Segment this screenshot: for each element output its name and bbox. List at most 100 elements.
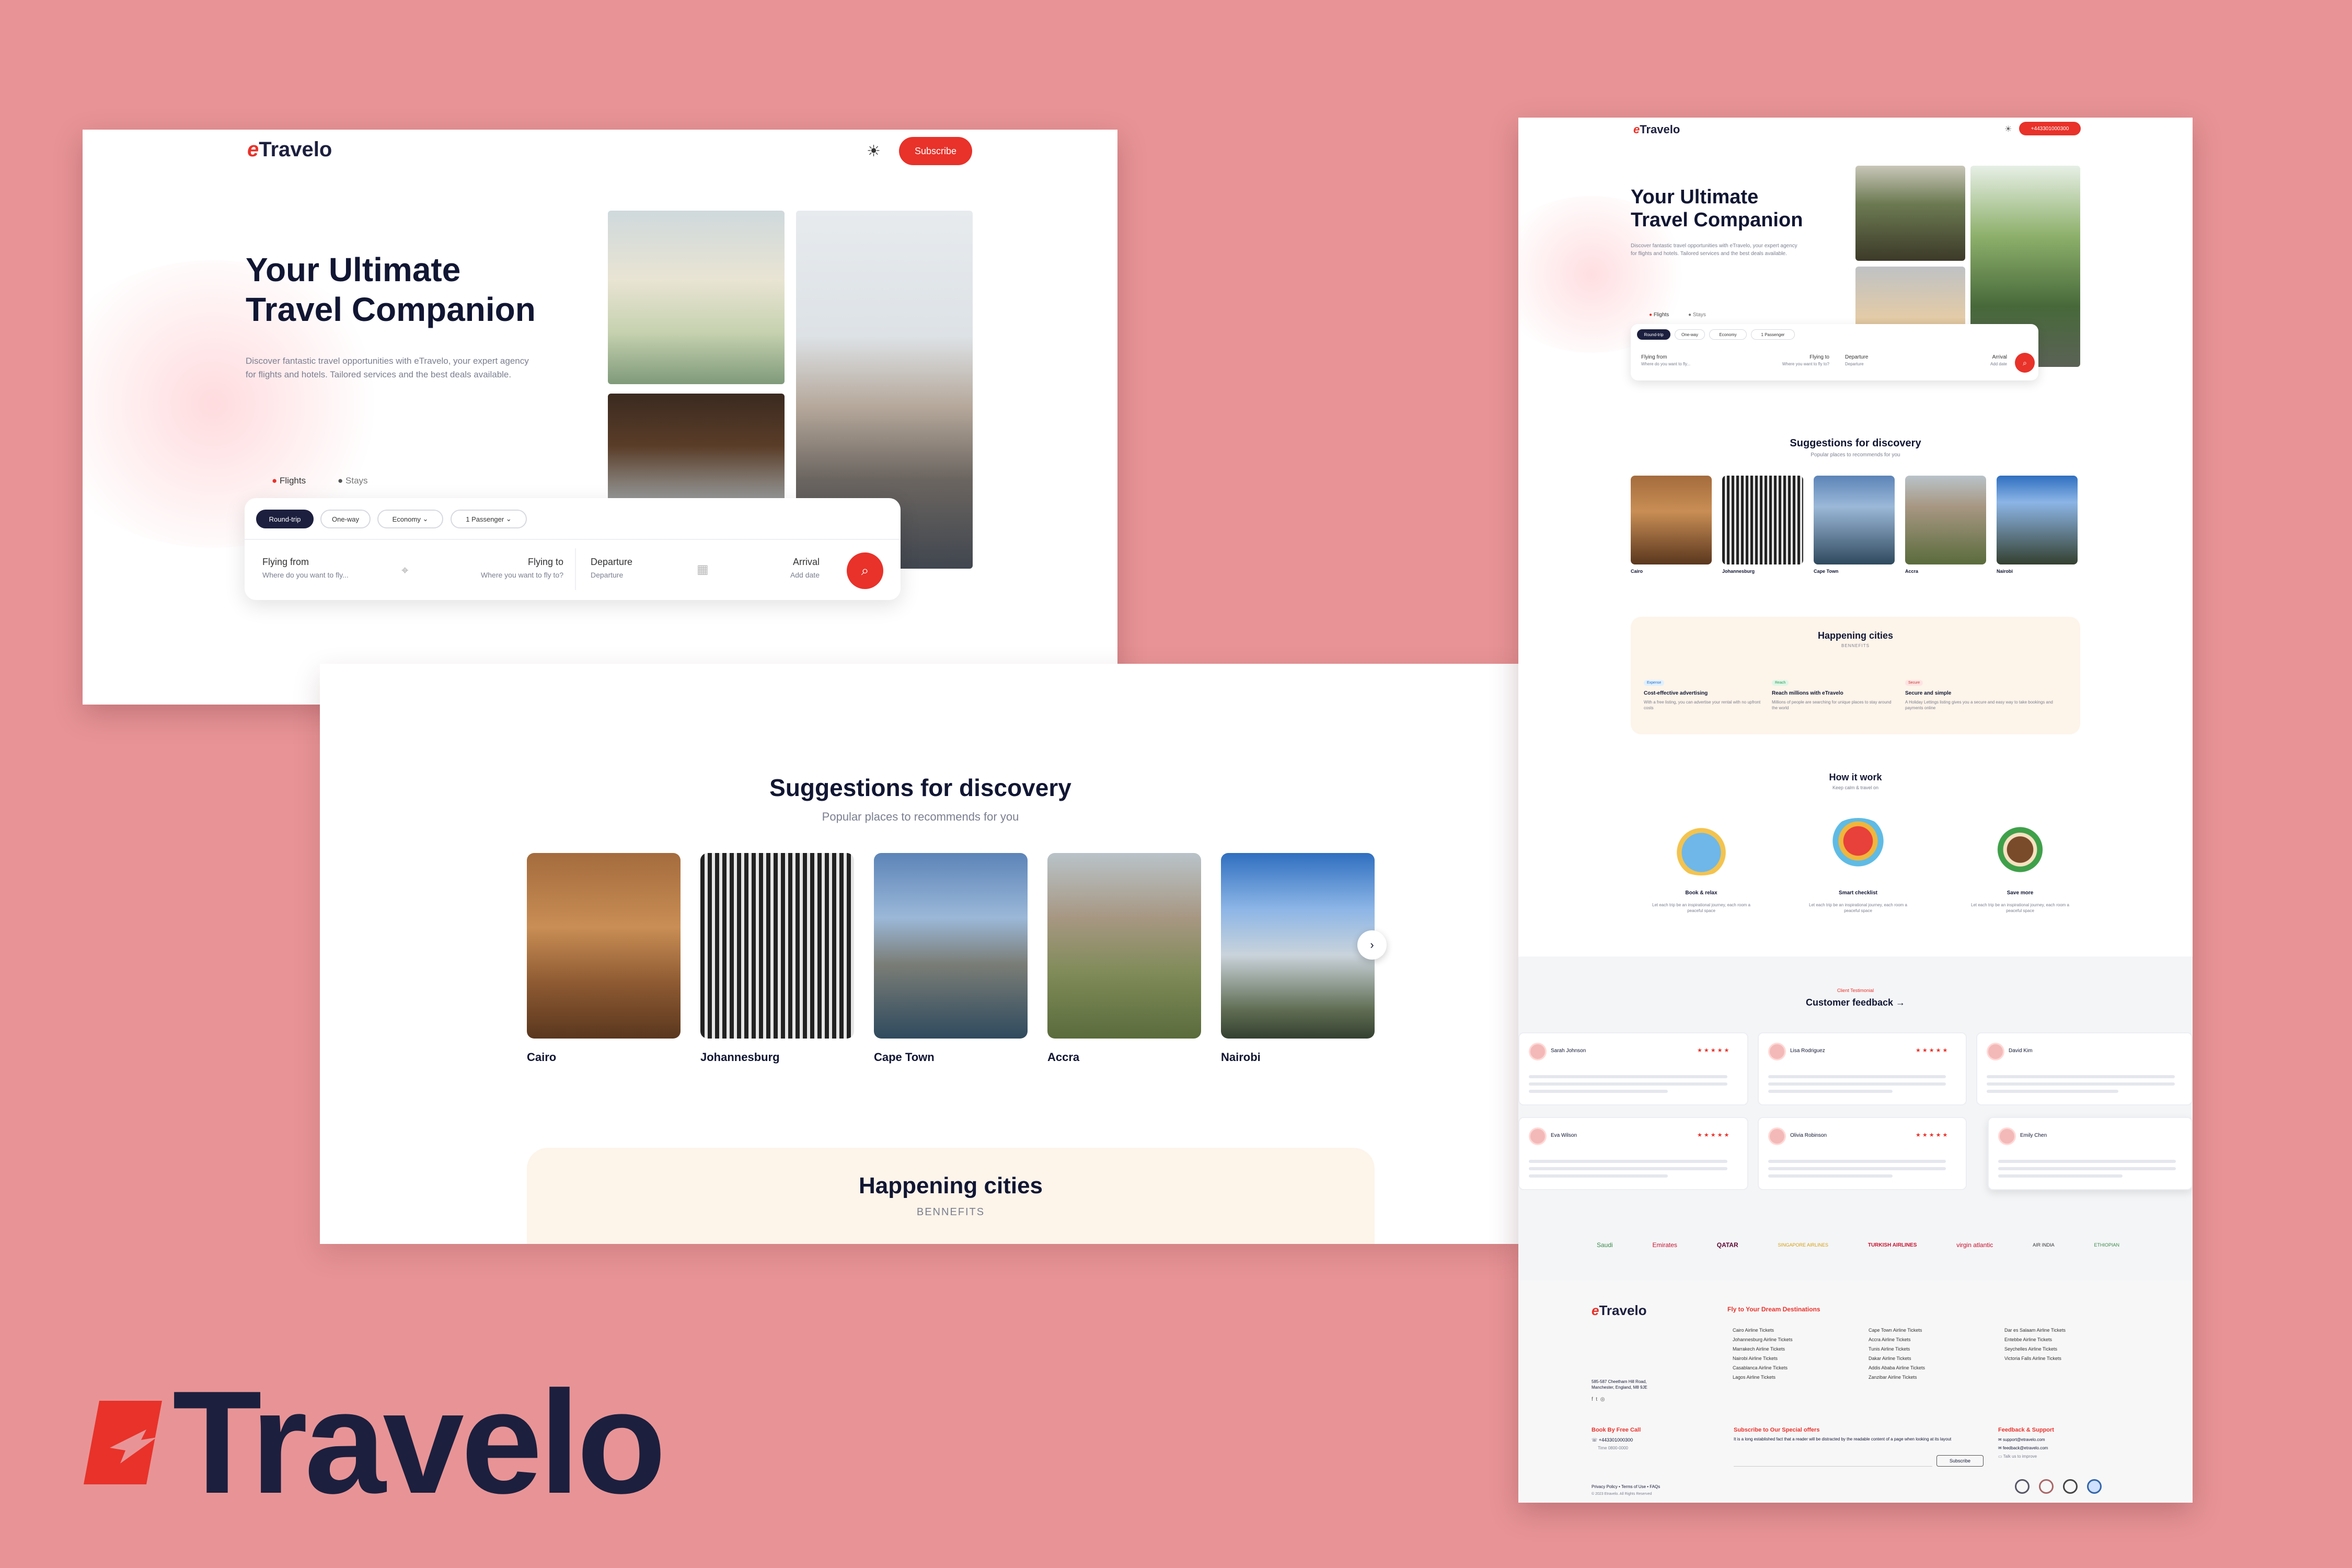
airline-logo: Saudi — [1597, 1241, 1613, 1249]
discovery-title: Suggestions for discovery — [769, 774, 1071, 801]
discovery-subtitle: Popular places to recommends for you — [822, 810, 1019, 823]
city-label-nairobi: Nairobi — [1997, 569, 2013, 574]
call-time: Time 0800-0000 — [1598, 1446, 1628, 1450]
tab-flights[interactable]: ● Flights — [272, 476, 306, 486]
call-title: Book By Free Call — [1592, 1427, 1641, 1433]
footer-link[interactable]: Seychelles Airline Tickets — [2004, 1346, 2066, 1352]
airline-logos: Saudi Emirates QATAR SINGAPORE AIRLINES … — [1597, 1241, 2119, 1249]
badge-icon — [2087, 1479, 2102, 1494]
chip-round-trip[interactable]: Round-trip — [256, 510, 314, 528]
rating-stars: ★★★★★ — [1916, 1132, 1950, 1138]
twitter-icon[interactable]: t — [1596, 1397, 1597, 1402]
footer-link[interactable]: Victoria Falls Airline Tickets — [2004, 1356, 2066, 1361]
offers-text: It is a long established fact that a rea… — [1734, 1437, 1952, 1442]
chip-economy[interactable]: Economy ⌄ — [377, 510, 443, 528]
footer-link[interactable]: Entebbe Airline Tickets — [2004, 1337, 2066, 1342]
destination-card-nairobi[interactable] — [1997, 476, 2078, 564]
theme-toggle-icon[interactable]: ☀ — [867, 142, 881, 160]
search-button[interactable]: ⌕ — [847, 552, 883, 589]
destination-card-johannesburg[interactable] — [1722, 476, 1803, 564]
avatar — [1998, 1127, 2016, 1145]
footer-link[interactable]: Cape Town Airline Tickets — [1869, 1328, 1925, 1333]
destination-card-johannesburg[interactable] — [700, 853, 854, 1039]
destination-card-cape-town[interactable] — [874, 853, 1028, 1039]
footer-logo[interactable]: e Travelo — [1592, 1302, 1647, 1319]
tab-stays[interactable]: ● Stays — [1688, 312, 1706, 318]
badge-icon — [2039, 1479, 2054, 1494]
location-pin-icon: ⌖ — [401, 563, 409, 578]
footer-link[interactable]: Dakar Airline Tickets — [1869, 1356, 1925, 1361]
happening-section: Happening cities BENNEFITS — [1631, 617, 2080, 734]
city-label-nairobi: Nairobi — [1221, 1051, 1261, 1064]
support-email[interactable]: ✉ support@etravelo.com — [1998, 1437, 2045, 1442]
chevron-down-icon: ⌄ — [422, 515, 429, 523]
footer-link[interactable]: Lagos Airline Tickets — [1733, 1375, 1793, 1380]
chip-one-way[interactable]: One-way — [320, 510, 371, 528]
footer-link[interactable]: Marrakech Airline Tickets — [1733, 1346, 1793, 1352]
hero-title: Your Ultimate Travel Companion — [1631, 186, 1803, 231]
logo[interactable]: e Travelo — [247, 138, 332, 162]
chip-one-way[interactable]: One-way — [1675, 329, 1705, 340]
chip-round-trip[interactable]: Round-trip — [1637, 329, 1670, 340]
destination-card-accra[interactable] — [1047, 853, 1201, 1039]
destination-card-cape-town[interactable] — [1814, 476, 1895, 564]
footer-address: 585-587 Cheetham Hill Road, Manchester, … — [1592, 1379, 1647, 1390]
footer-link[interactable]: Nairobi Airline Tickets — [1733, 1356, 1793, 1361]
happening-subtitle: BENNEFITS — [916, 1206, 985, 1218]
departure-field[interactable]: Departure Departure — [1845, 354, 1868, 366]
footer-link[interactable]: Addis Ababa Airline Tickets — [1869, 1365, 1925, 1370]
tab-flights[interactable]: ● Flights — [1649, 312, 1669, 318]
how-step: Save more Let each trip be an inspiratio… — [1971, 890, 2069, 913]
footer-link[interactable]: Accra Airline Tickets — [1869, 1337, 1925, 1342]
logo[interactable]: e Travelo — [1633, 123, 1680, 136]
rating-stars: ★★★★★ — [1697, 1132, 1731, 1138]
instagram-icon[interactable]: ◎ — [1600, 1397, 1605, 1402]
chip-passenger[interactable]: 1 Passenger ⌄ — [451, 510, 527, 528]
testimonial-card: Lisa Rodriguez ★★★★★ — [1758, 1032, 1967, 1105]
destination-card-accra[interactable] — [1905, 476, 1986, 564]
destination-card-cairo[interactable] — [527, 853, 681, 1039]
discovery-subtitle: Popular places to recommends for you — [1811, 452, 1900, 458]
carousel-next-button[interactable]: › — [1357, 930, 1387, 960]
search-panel: Round-trip One-way Economy ⌄ 1 Passenger… — [245, 498, 901, 600]
footer-link[interactable]: Zanzibar Airline Tickets — [1869, 1375, 1925, 1380]
chat-label[interactable]: ▭ Talk us to improve — [1998, 1454, 2037, 1459]
departure-field[interactable]: Departure Departure — [591, 557, 695, 579]
arrival-field[interactable]: Arrival Add date — [1939, 354, 2007, 366]
divider — [575, 548, 576, 590]
subscribe-button[interactable]: Subscribe — [899, 137, 972, 165]
flying-to-field[interactable]: Flying to Where you want to fly to? — [443, 557, 563, 579]
footer-col-1: Cairo Airline Tickets Johannesburg Airli… — [1733, 1328, 1793, 1384]
destination-card-cairo[interactable] — [1631, 476, 1712, 564]
testimonial-title[interactable]: Customer feedback → — [1518, 997, 2193, 1008]
feedback-email[interactable]: ✉ feedback@etravelo.com — [1998, 1446, 2048, 1450]
airline-logo: AIR INDIA — [2033, 1242, 2055, 1248]
offers-subscribe-button[interactable]: Subscribe — [1936, 1455, 1984, 1467]
chip-passenger[interactable]: 1 Passenger — [1751, 329, 1795, 340]
footer-link[interactable]: Cairo Airline Tickets — [1733, 1328, 1793, 1333]
destination-card-nairobi[interactable] — [1221, 853, 1375, 1039]
city-label-cairo: Cairo — [1631, 569, 1643, 574]
footer-link[interactable]: Tunis Airline Tickets — [1869, 1346, 1925, 1352]
rating-stars: ★★★★★ — [1697, 1047, 1731, 1054]
luggage-illustration-icon — [1667, 818, 1735, 875]
offers-email-input[interactable] — [1734, 1454, 1932, 1467]
arrival-field[interactable]: Arrival Add date — [715, 557, 820, 579]
facebook-icon[interactable]: f — [1592, 1397, 1593, 1402]
footer-link[interactable]: Johannesburg Airline Tickets — [1733, 1337, 1793, 1342]
happening-section: Happening cities BENNEFITS — [527, 1148, 1375, 1244]
theme-toggle-icon[interactable]: ☀ — [2004, 124, 2012, 134]
avatar — [1529, 1127, 1547, 1145]
footer-link[interactable]: Dar es Salaam Airline Tickets — [2004, 1328, 2066, 1333]
tab-stays[interactable]: ● Stays — [338, 476, 368, 486]
search-button[interactable]: ⌕ — [2015, 353, 2035, 373]
dot-icon: ● — [338, 476, 343, 486]
footer-link[interactable]: Casablanca Airline Tickets — [1733, 1365, 1793, 1370]
legal-links[interactable]: Privacy Policy • Terms of Use • FAQs — [1592, 1484, 1660, 1489]
flying-from-field[interactable]: Flying from Where do you want to fly... — [1641, 354, 1690, 366]
call-phone[interactable]: ☏ +443301000300 — [1592, 1437, 1633, 1443]
flying-from-field[interactable]: Flying from Where do you want to fly... — [262, 557, 419, 579]
chip-economy[interactable]: Economy — [1709, 329, 1747, 340]
flying-to-field[interactable]: Flying to Where you want to fly to? — [1751, 354, 1829, 366]
phone-button[interactable]: +443301000300 — [2019, 122, 2081, 135]
